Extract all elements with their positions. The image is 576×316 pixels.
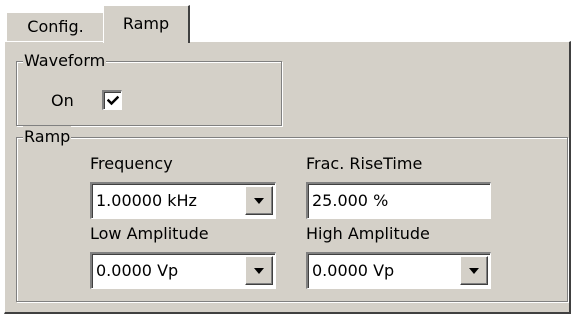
low-amplitude-select[interactable]: 0.0000 Vp [90, 252, 276, 289]
chevron-down-icon [469, 267, 479, 274]
frequency-label: Frequency [90, 154, 173, 173]
frac-rise-time-label: Frac. RiseTime [306, 154, 423, 173]
frequency-select[interactable]: 1.00000 kHz [90, 182, 276, 219]
tab-ramp-label: Ramp [122, 14, 170, 33]
chevron-down-icon [254, 197, 264, 204]
high-amplitude-value: 0.0000 Vp [312, 261, 395, 280]
frequency-dropdown-button[interactable] [245, 186, 273, 215]
low-amplitude-dropdown-button[interactable] [245, 256, 273, 285]
check-icon [106, 95, 119, 105]
ramp-group: Ramp Frequency 1.00000 kHz Frac. RiseTim… [16, 126, 568, 302]
waveform-group: Waveform On [16, 50, 282, 126]
high-amplitude-dropdown-button[interactable] [460, 256, 488, 285]
waveform-group-title: Waveform [23, 50, 107, 72]
tab-page-ramp: Waveform On Ramp Frequency 1.00000 kHz F… [4, 41, 571, 314]
tab-ramp[interactable]: Ramp [103, 5, 190, 43]
tab-config-label: Config. [27, 17, 84, 36]
high-amplitude-select[interactable]: 0.0000 Vp [306, 252, 491, 289]
frac-rise-time-value: 25.000 % [312, 191, 389, 210]
frac-rise-time-input[interactable]: 25.000 % [306, 182, 491, 219]
properties-window: Config. Ramp Waveform On Ramp Frequency … [0, 0, 576, 316]
low-amplitude-value: 0.0000 Vp [96, 261, 179, 280]
frequency-value: 1.00000 kHz [96, 191, 197, 210]
chevron-down-icon [254, 267, 264, 274]
tab-config[interactable]: Config. [6, 12, 105, 42]
on-checkbox[interactable] [102, 90, 122, 110]
ramp-group-title: Ramp [23, 126, 72, 148]
low-amplitude-label: Low Amplitude [90, 224, 209, 243]
high-amplitude-label: High Amplitude [306, 224, 430, 243]
on-label: On [51, 91, 74, 110]
